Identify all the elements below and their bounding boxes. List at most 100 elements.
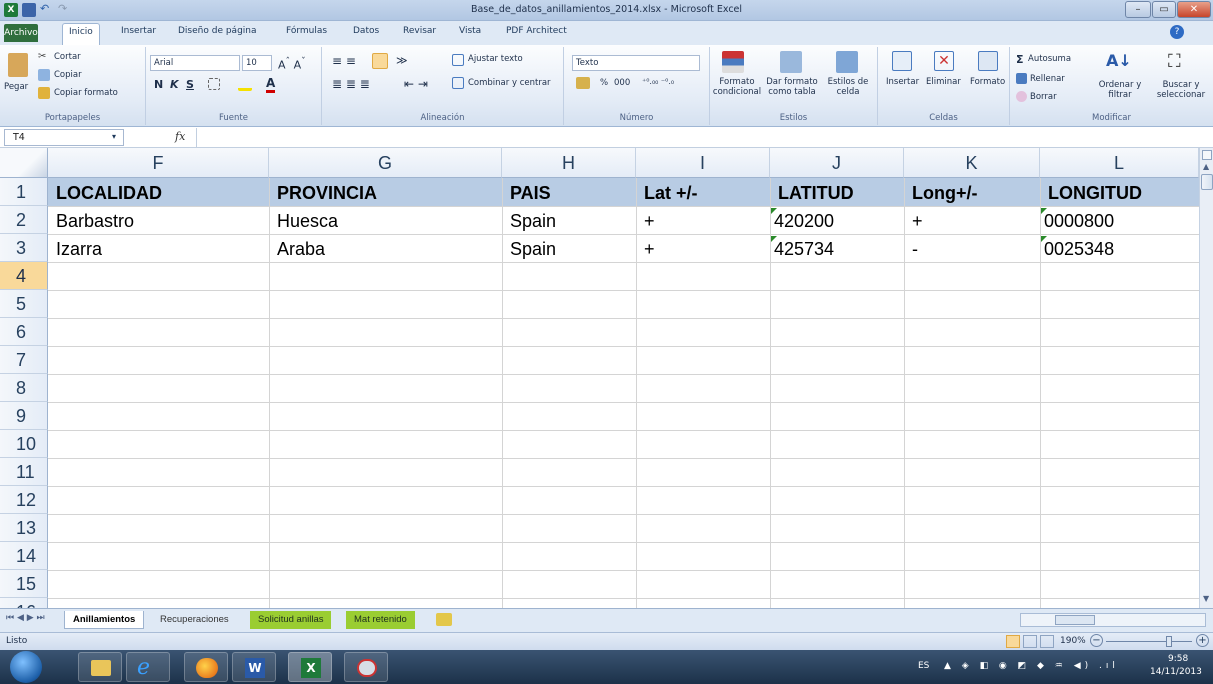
- column-header-k[interactable]: K: [904, 148, 1040, 178]
- normal-view-icon[interactable]: [1006, 635, 1020, 648]
- currency-icon[interactable]: [576, 77, 590, 89]
- tab-home[interactable]: Inicio: [62, 23, 100, 45]
- wrap-text-button[interactable]: Ajustar texto: [468, 54, 523, 64]
- column-header-f[interactable]: F: [48, 148, 269, 178]
- tab-pdf-architect[interactable]: PDF Architect: [506, 26, 567, 36]
- cell-K3[interactable]: -: [904, 235, 1040, 263]
- autosum-icon[interactable]: Σ: [1016, 53, 1024, 66]
- row-header-8[interactable]: 8: [0, 374, 48, 402]
- sheet-tab-mat-retenido[interactable]: Mat retenido: [346, 611, 415, 629]
- cell-G3[interactable]: Araba: [269, 235, 502, 263]
- language-indicator[interactable]: ES: [918, 661, 929, 671]
- sheet-nav-icon[interactable]: ⏮ ◀ ▶ ⏭: [6, 613, 45, 623]
- cell-L1[interactable]: LONGITUD: [1040, 179, 1199, 207]
- cell-J3[interactable]: 425734: [770, 235, 904, 263]
- cell-J2[interactable]: 420200: [770, 207, 904, 235]
- font-color-icon[interactable]: A: [266, 76, 276, 93]
- borders-icon[interactable]: [208, 78, 220, 90]
- sort-filter-button[interactable]: Ordenar y filtrar: [1094, 80, 1146, 100]
- cell-I3[interactable]: +: [636, 235, 770, 263]
- cell-F1[interactable]: LOCALIDAD: [48, 179, 269, 207]
- cell-styles-button[interactable]: Estilos de celda: [822, 77, 874, 97]
- cell-H2[interactable]: Spain: [502, 207, 636, 235]
- tab-file[interactable]: Archivo: [4, 24, 38, 42]
- cell-H1[interactable]: PAIS: [502, 179, 636, 207]
- format-cells-button[interactable]: Formato: [970, 77, 1005, 87]
- insert-cells-icon[interactable]: [892, 51, 912, 71]
- sort-filter-icon[interactable]: A↓: [1106, 51, 1132, 70]
- minimize-button[interactable]: –: [1125, 1, 1151, 18]
- align-middle-icon[interactable]: [372, 53, 388, 69]
- format-painter-icon[interactable]: [38, 87, 50, 99]
- scroll-thumb[interactable]: [1201, 174, 1213, 190]
- explorer-taskbar-icon[interactable]: [78, 652, 122, 682]
- number-format-select[interactable]: Texto: [572, 55, 700, 71]
- row-header-10[interactable]: 10: [0, 430, 48, 458]
- wrap-text-icon[interactable]: [452, 54, 464, 66]
- scroll-down-icon[interactable]: ▼: [1203, 594, 1209, 603]
- orientation-icon[interactable]: ≫: [396, 54, 408, 67]
- fx-icon[interactable]: fx: [175, 130, 185, 143]
- row-header-3[interactable]: 3: [0, 234, 48, 262]
- row-header-4[interactable]: 4: [0, 262, 48, 290]
- insert-cells-button[interactable]: Insertar: [886, 77, 919, 87]
- font-name-select[interactable]: Arial: [150, 55, 240, 71]
- cell-F3[interactable]: Izarra: [48, 235, 269, 263]
- sheet-tab-solicitud-anillas[interactable]: Solicitud anillas: [250, 611, 332, 629]
- sheet-tab-anillamientos[interactable]: Anillamientos: [64, 611, 145, 629]
- format-cells-icon[interactable]: [978, 51, 998, 71]
- fill-button[interactable]: Rellenar: [1030, 74, 1065, 84]
- row-header-9[interactable]: 9: [0, 402, 48, 430]
- tab-view[interactable]: Vista: [459, 26, 481, 36]
- row-header-5[interactable]: 5: [0, 290, 48, 318]
- cut-button[interactable]: Cortar: [54, 52, 81, 62]
- cut-icon[interactable]: ✂: [38, 51, 50, 63]
- new-sheet-icon[interactable]: [436, 613, 452, 626]
- zoom-level[interactable]: 190%: [1060, 636, 1086, 646]
- maximize-button[interactable]: ▭: [1152, 1, 1176, 18]
- conditional-format-icon[interactable]: [722, 51, 744, 73]
- firefox-taskbar-icon[interactable]: [184, 652, 228, 682]
- percent-button[interactable]: %: [600, 78, 608, 88]
- tab-review[interactable]: Revisar: [403, 26, 436, 36]
- paint-taskbar-icon[interactable]: [344, 652, 388, 682]
- name-box[interactable]: T4: [4, 129, 124, 146]
- tab-page-layout[interactable]: Diseño de página: [178, 26, 257, 36]
- conditional-format-button[interactable]: Formato condicional: [712, 77, 762, 97]
- clock-date[interactable]: 14/11/2013: [1150, 667, 1202, 677]
- error-indicator-icon[interactable]: [1041, 208, 1047, 214]
- font-size-select[interactable]: 10: [242, 55, 272, 71]
- merge-icon[interactable]: [452, 77, 464, 89]
- bold-button[interactable]: N: [154, 78, 163, 91]
- zoom-slider[interactable]: [1106, 636, 1192, 647]
- align-left-icon[interactable]: ≣ ≣ ≣: [332, 77, 370, 91]
- row-header-12[interactable]: 12: [0, 486, 48, 514]
- copy-button[interactable]: Copiar: [54, 70, 82, 80]
- scroll-up-icon[interactable]: ▲: [1203, 162, 1209, 171]
- row-header-14[interactable]: 14: [0, 542, 48, 570]
- excel-taskbar-icon[interactable]: X: [288, 652, 332, 682]
- cell-G1[interactable]: PROVINCIA: [269, 179, 502, 207]
- format-table-icon[interactable]: [780, 51, 802, 73]
- cell-I1[interactable]: Lat +/-: [636, 179, 770, 207]
- find-select-button[interactable]: Buscar y seleccionar: [1150, 80, 1212, 100]
- row-header-7[interactable]: 7: [0, 346, 48, 374]
- formula-input[interactable]: [196, 128, 1199, 147]
- select-all-corner[interactable]: [0, 148, 48, 178]
- cell-G2[interactable]: Huesca: [269, 207, 502, 235]
- merge-center-button[interactable]: Combinar y centrar: [468, 78, 551, 88]
- fill-icon[interactable]: [1016, 73, 1027, 84]
- align-top-icon[interactable]: ≡ ≡: [332, 54, 356, 68]
- row-header-13[interactable]: 13: [0, 514, 48, 542]
- paste-icon[interactable]: [8, 53, 28, 77]
- column-header-j[interactable]: J: [770, 148, 904, 178]
- zoom-in-icon[interactable]: +: [1196, 634, 1209, 647]
- start-button-icon[interactable]: [10, 651, 42, 683]
- tab-data[interactable]: Datos: [353, 26, 379, 36]
- column-header-l[interactable]: L: [1040, 148, 1199, 178]
- vertical-scrollbar[interactable]: ▲ ▼: [1199, 148, 1213, 608]
- worksheet-grid[interactable]: F G H I J K L 12345678910111213141516LOC…: [0, 148, 1199, 608]
- page-layout-view-icon[interactable]: [1023, 635, 1037, 648]
- paste-button[interactable]: Pegar: [4, 82, 28, 92]
- row-header-11[interactable]: 11: [0, 458, 48, 486]
